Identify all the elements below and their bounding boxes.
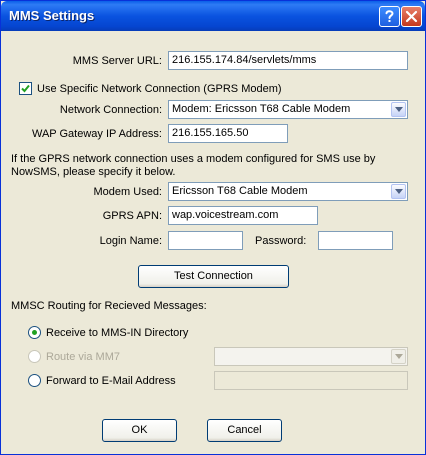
ok-label: OK: [131, 424, 148, 436]
help-button[interactable]: [379, 6, 400, 27]
checkmark-icon: [21, 84, 30, 93]
login-name-label: Login Name:: [99, 235, 162, 247]
use-specific-network-label: Use Specific Network Connection (GPRS Mo…: [37, 83, 282, 95]
modem-used-value: Ericsson T68 Cable Modem: [172, 185, 308, 197]
route-via-mm7-label: Route via MM7: [46, 351, 120, 363]
modem-used-label: Modem Used:: [93, 186, 162, 198]
gprs-info-line-2: NowSMS, please specify it below.: [11, 166, 176, 178]
gprs-apn-field[interactable]: wap.voicestream.com: [168, 206, 318, 225]
mm7-select[interactable]: [214, 347, 408, 366]
question-icon: [385, 10, 394, 22]
radio-selected-dot: [32, 330, 37, 335]
email-address-field[interactable]: [214, 371, 408, 390]
mms-settings-dialog: MMS Settings MMS Server URL: 216.155.174…: [0, 0, 426, 455]
cancel-button[interactable]: Cancel: [207, 419, 282, 442]
dropdown-arrow-button[interactable]: [391, 184, 406, 199]
title-bar[interactable]: MMS Settings: [1, 1, 425, 31]
chevron-down-icon: [395, 107, 403, 112]
close-icon: [405, 10, 418, 23]
close-button[interactable]: [401, 6, 422, 27]
wap-gateway-label: WAP Gateway IP Address:: [31, 128, 162, 140]
password-label: Password:: [255, 235, 307, 247]
gprs-info-line-1: If the GPRS network connection uses a mo…: [11, 153, 376, 165]
wap-gateway-field[interactable]: 216.155.165.50: [168, 124, 288, 143]
network-connection-label: Network Connection:: [59, 104, 162, 116]
route-via-mm7-radio[interactable]: [28, 350, 41, 363]
routing-heading: MMSC Routing for Recieved Messages:: [11, 300, 207, 312]
password-field[interactable]: [318, 231, 393, 250]
mms-server-url-field[interactable]: 216.155.174.84/servlets/mms: [168, 51, 408, 70]
cancel-label: Cancel: [227, 424, 262, 436]
network-connection-value: Modem: Ericsson T68 Cable Modem: [172, 103, 351, 115]
test-connection-button[interactable]: Test Connection: [138, 265, 289, 288]
forward-email-radio[interactable]: [28, 374, 41, 387]
chevron-down-icon: [395, 189, 403, 194]
window-title: MMS Settings: [9, 8, 95, 23]
mms-server-url-label: MMS Server URL:: [72, 55, 162, 67]
ok-button[interactable]: OK: [102, 419, 177, 442]
chevron-down-icon: [395, 354, 403, 359]
receive-mms-in-radio[interactable]: [28, 326, 41, 339]
receive-mms-in-label: Receive to MMS-IN Directory: [46, 327, 189, 339]
gprs-apn-label: GPRS APN:: [102, 210, 162, 222]
forward-email-label: Forward to E-Mail Address: [46, 375, 176, 387]
modem-used-select[interactable]: Ericsson T68 Cable Modem: [168, 182, 408, 201]
login-name-field[interactable]: [168, 231, 243, 250]
network-connection-select[interactable]: Modem: Ericsson T68 Cable Modem: [168, 100, 408, 119]
use-specific-network-checkbox[interactable]: [19, 82, 32, 95]
dropdown-arrow-button[interactable]: [391, 102, 406, 117]
test-connection-label: Test Connection: [174, 270, 253, 282]
dropdown-arrow-button[interactable]: [391, 349, 406, 364]
